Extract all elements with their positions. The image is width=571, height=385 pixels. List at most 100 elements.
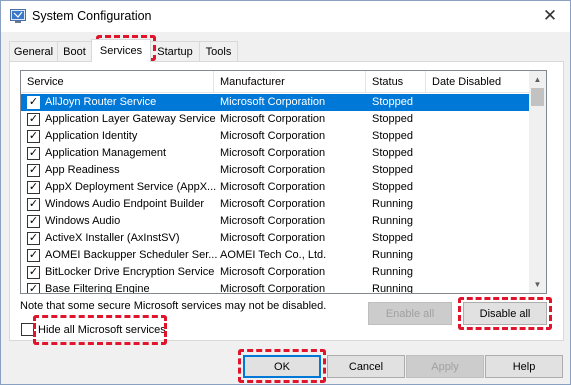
service-date-disabled [431,247,526,264]
service-name: AppX Deployment Service (AppX... [45,181,217,193]
service-manufacturer: Microsoft Corporation [220,130,326,142]
service-checkbox[interactable]: ✓ [27,249,40,262]
table-row[interactable]: ✓ Application Identity Microsoft Corporati… [21,128,529,145]
service-checkbox[interactable]: ✓ [27,198,40,211]
hide-microsoft-services-label: Hide all Microsoft services [38,324,166,336]
service-name: Application Management [45,147,167,159]
service-manufacturer: Microsoft Corporation [220,113,326,125]
service-checkbox[interactable]: ✓ [27,113,40,126]
table-row[interactable]: ✓ ActiveX Installer (AxInstSV) Microsoft C… [21,230,529,247]
service-name: App Readiness [45,164,120,176]
title-bar: System Configuration ✕ [1,1,570,32]
table-row[interactable]: ✓ Base Filtering Engine Microsoft Corporat… [21,281,529,294]
vertical-scrollbar[interactable]: ▲ ▼ [529,71,546,293]
service-manufacturer: Microsoft Corporation [220,181,326,193]
tab-startup[interactable]: Startup [150,41,200,61]
tab-general[interactable]: General [9,41,58,61]
tab-label: Boot [63,45,86,58]
table-row[interactable]: ✓ AOMEI Backupper Scheduler Ser... AOMEI T… [21,247,529,264]
service-name: Application Layer Gateway Service [45,113,216,125]
column-header-manufacturer[interactable]: Manufacturer [214,71,366,93]
table-row[interactable]: ✓ AllJoyn Router Service Microsoft Corpora… [21,94,529,111]
service-checkbox[interactable]: ✓ [27,215,40,228]
service-status: Stopped [372,181,413,193]
service-rows: ✓ AllJoyn Router Service Microsoft Corpora… [21,94,529,294]
tab-label: Services [99,45,143,57]
system-configuration-icon [10,9,26,23]
table-row[interactable]: ✓ App Readiness Microsoft Corporation Stopp… [21,162,529,179]
service-date-disabled [431,162,526,179]
service-manufacturer: Microsoft Corporation [220,198,326,210]
service-name: ActiveX Installer (AxInstSV) [45,232,180,244]
close-button[interactable]: ✕ [530,1,570,31]
service-checkbox[interactable]: ✓ [27,266,40,279]
service-checkbox[interactable]: ✓ [27,283,40,293]
window-title: System Configuration [32,9,152,23]
service-date-disabled [431,145,526,162]
service-checkbox[interactable]: ✓ [27,181,40,194]
service-date-disabled [431,128,526,145]
service-date-disabled [431,111,526,128]
service-date-disabled [431,213,526,230]
service-manufacturer: Microsoft Corporation [220,232,326,244]
service-status: Stopped [372,96,413,108]
tab-tools[interactable]: Tools [199,41,238,61]
service-status: Stopped [372,113,413,125]
service-date-disabled [431,264,526,281]
enable-all-button[interactable]: Enable all [368,302,452,325]
service-manufacturer: Microsoft Corporation [220,266,326,278]
service-date-disabled [431,281,526,293]
service-manufacturer: AOMEI Tech Co., Ltd. [220,249,327,261]
table-row[interactable]: ✓ Application Layer Gateway Service Micros… [21,111,529,128]
cancel-button[interactable]: Cancel [327,355,405,378]
table-row[interactable]: ✓ Windows Audio Microsoft Corporation Runni… [21,213,529,230]
tab-boot[interactable]: Boot [57,41,92,61]
column-header-status[interactable]: Status [366,71,426,93]
service-name: AOMEI Backupper Scheduler Ser... [45,249,218,261]
list-header: Service Manufacturer Status Date Disable… [21,71,529,93]
service-date-disabled [431,196,526,213]
service-manufacturer: Microsoft Corporation [220,164,326,176]
service-name: AllJoyn Router Service [45,96,157,108]
service-manufacturer: Microsoft Corporation [220,147,326,159]
service-checkbox[interactable]: ✓ [27,164,40,177]
scroll-up-icon[interactable]: ▲ [529,71,546,88]
service-status: Stopped [372,164,413,176]
scroll-thumb[interactable] [531,88,544,106]
column-header-date-disabled[interactable]: Date Disabled [426,71,529,93]
tab-services[interactable]: Services [91,39,151,62]
table-row[interactable]: ✓ BitLocker Drive Encryption Service Micro… [21,264,529,281]
service-status: Stopped [372,130,413,142]
service-status: Running [372,266,413,278]
scroll-down-icon[interactable]: ▼ [529,276,546,293]
close-icon: ✕ [542,6,558,25]
service-checkbox[interactable]: ✓ [27,232,40,245]
apply-button[interactable]: Apply [406,355,484,378]
table-row[interactable]: ✓ Application Management Microsoft Corpora… [21,145,529,162]
service-date-disabled [431,179,526,196]
service-name: BitLocker Drive Encryption Service [45,266,215,278]
service-status: Running [372,249,413,261]
service-manufacturer: Microsoft Corporation [220,96,326,108]
checkbox[interactable] [21,323,34,336]
tab-label: Startup [157,45,193,58]
column-header-service[interactable]: Service [21,71,214,93]
service-manufacturer: Microsoft Corporation [220,283,326,294]
services-list[interactable]: Service Manufacturer Status Date Disable… [20,70,547,294]
table-row[interactable]: ✓ Windows Audio Endpoint Builder Microsoft… [21,196,529,213]
service-checkbox[interactable]: ✓ [27,130,40,143]
service-status: Running [372,215,413,227]
disable-all-button[interactable]: Disable all [463,302,547,325]
service-name: Application Identity [45,130,138,142]
tab-label: General [13,45,54,58]
service-manufacturer: Microsoft Corporation [220,215,326,227]
table-row[interactable]: ✓ AppX Deployment Service (AppX... Microso… [21,179,529,196]
service-checkbox[interactable]: ✓ [27,147,40,160]
service-name: Windows Audio [45,215,121,227]
service-status: Running [372,198,413,210]
help-button[interactable]: Help [485,355,563,378]
ok-button[interactable]: OK [243,355,321,378]
service-status: Running [372,283,413,294]
service-checkbox[interactable]: ✓ [27,96,40,109]
service-status: Stopped [372,232,413,244]
